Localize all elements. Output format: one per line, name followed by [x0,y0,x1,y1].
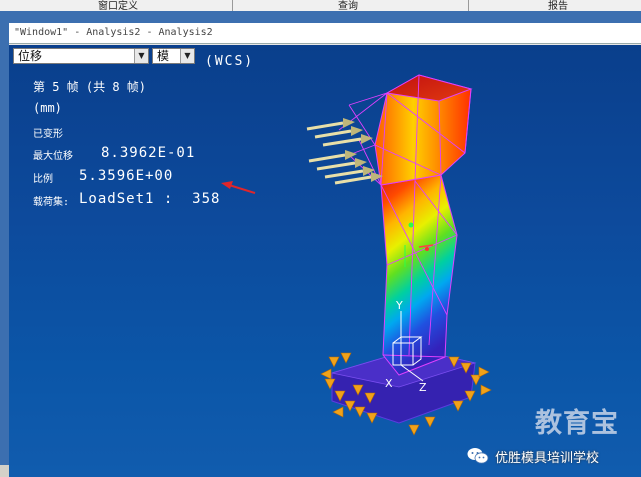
result-window: "Window1" - Analysis2 - Analysis2 位移 ▼ 模… [9,23,641,477]
watermark-brand: 教育宝 [535,408,619,439]
window-title: "Window1" - Analysis2 - Analysis2 [9,23,641,44]
menu-item-query[interactable]: 查询 [338,0,358,12]
menu-item-window-define[interactable]: 窗口定义 [98,0,138,12]
window-frame: "Window1" - Analysis2 - Analysis2 位移 ▼ 模… [0,11,641,477]
column-body [380,174,458,376]
axis-z-label: Z [419,381,427,394]
menu-separator [232,0,233,11]
wechat-icon [467,448,489,464]
menu-separator [468,0,469,11]
wechat-account-name: 优胜模具培训学校 [495,450,600,466]
load-arrows [306,121,372,185]
menu-item-report[interactable]: 报告 [548,0,568,12]
axis-x-label: X [385,377,393,390]
axis-y-label: Y [395,299,403,312]
graphics-viewport[interactable]: 位移 ▼ 模 ▼ (WCS) 第 5 帧 (共 8 帧) (mm) 已变形 最大… [9,45,641,477]
wechat-badge: 优胜模具培训学校 [467,445,599,467]
